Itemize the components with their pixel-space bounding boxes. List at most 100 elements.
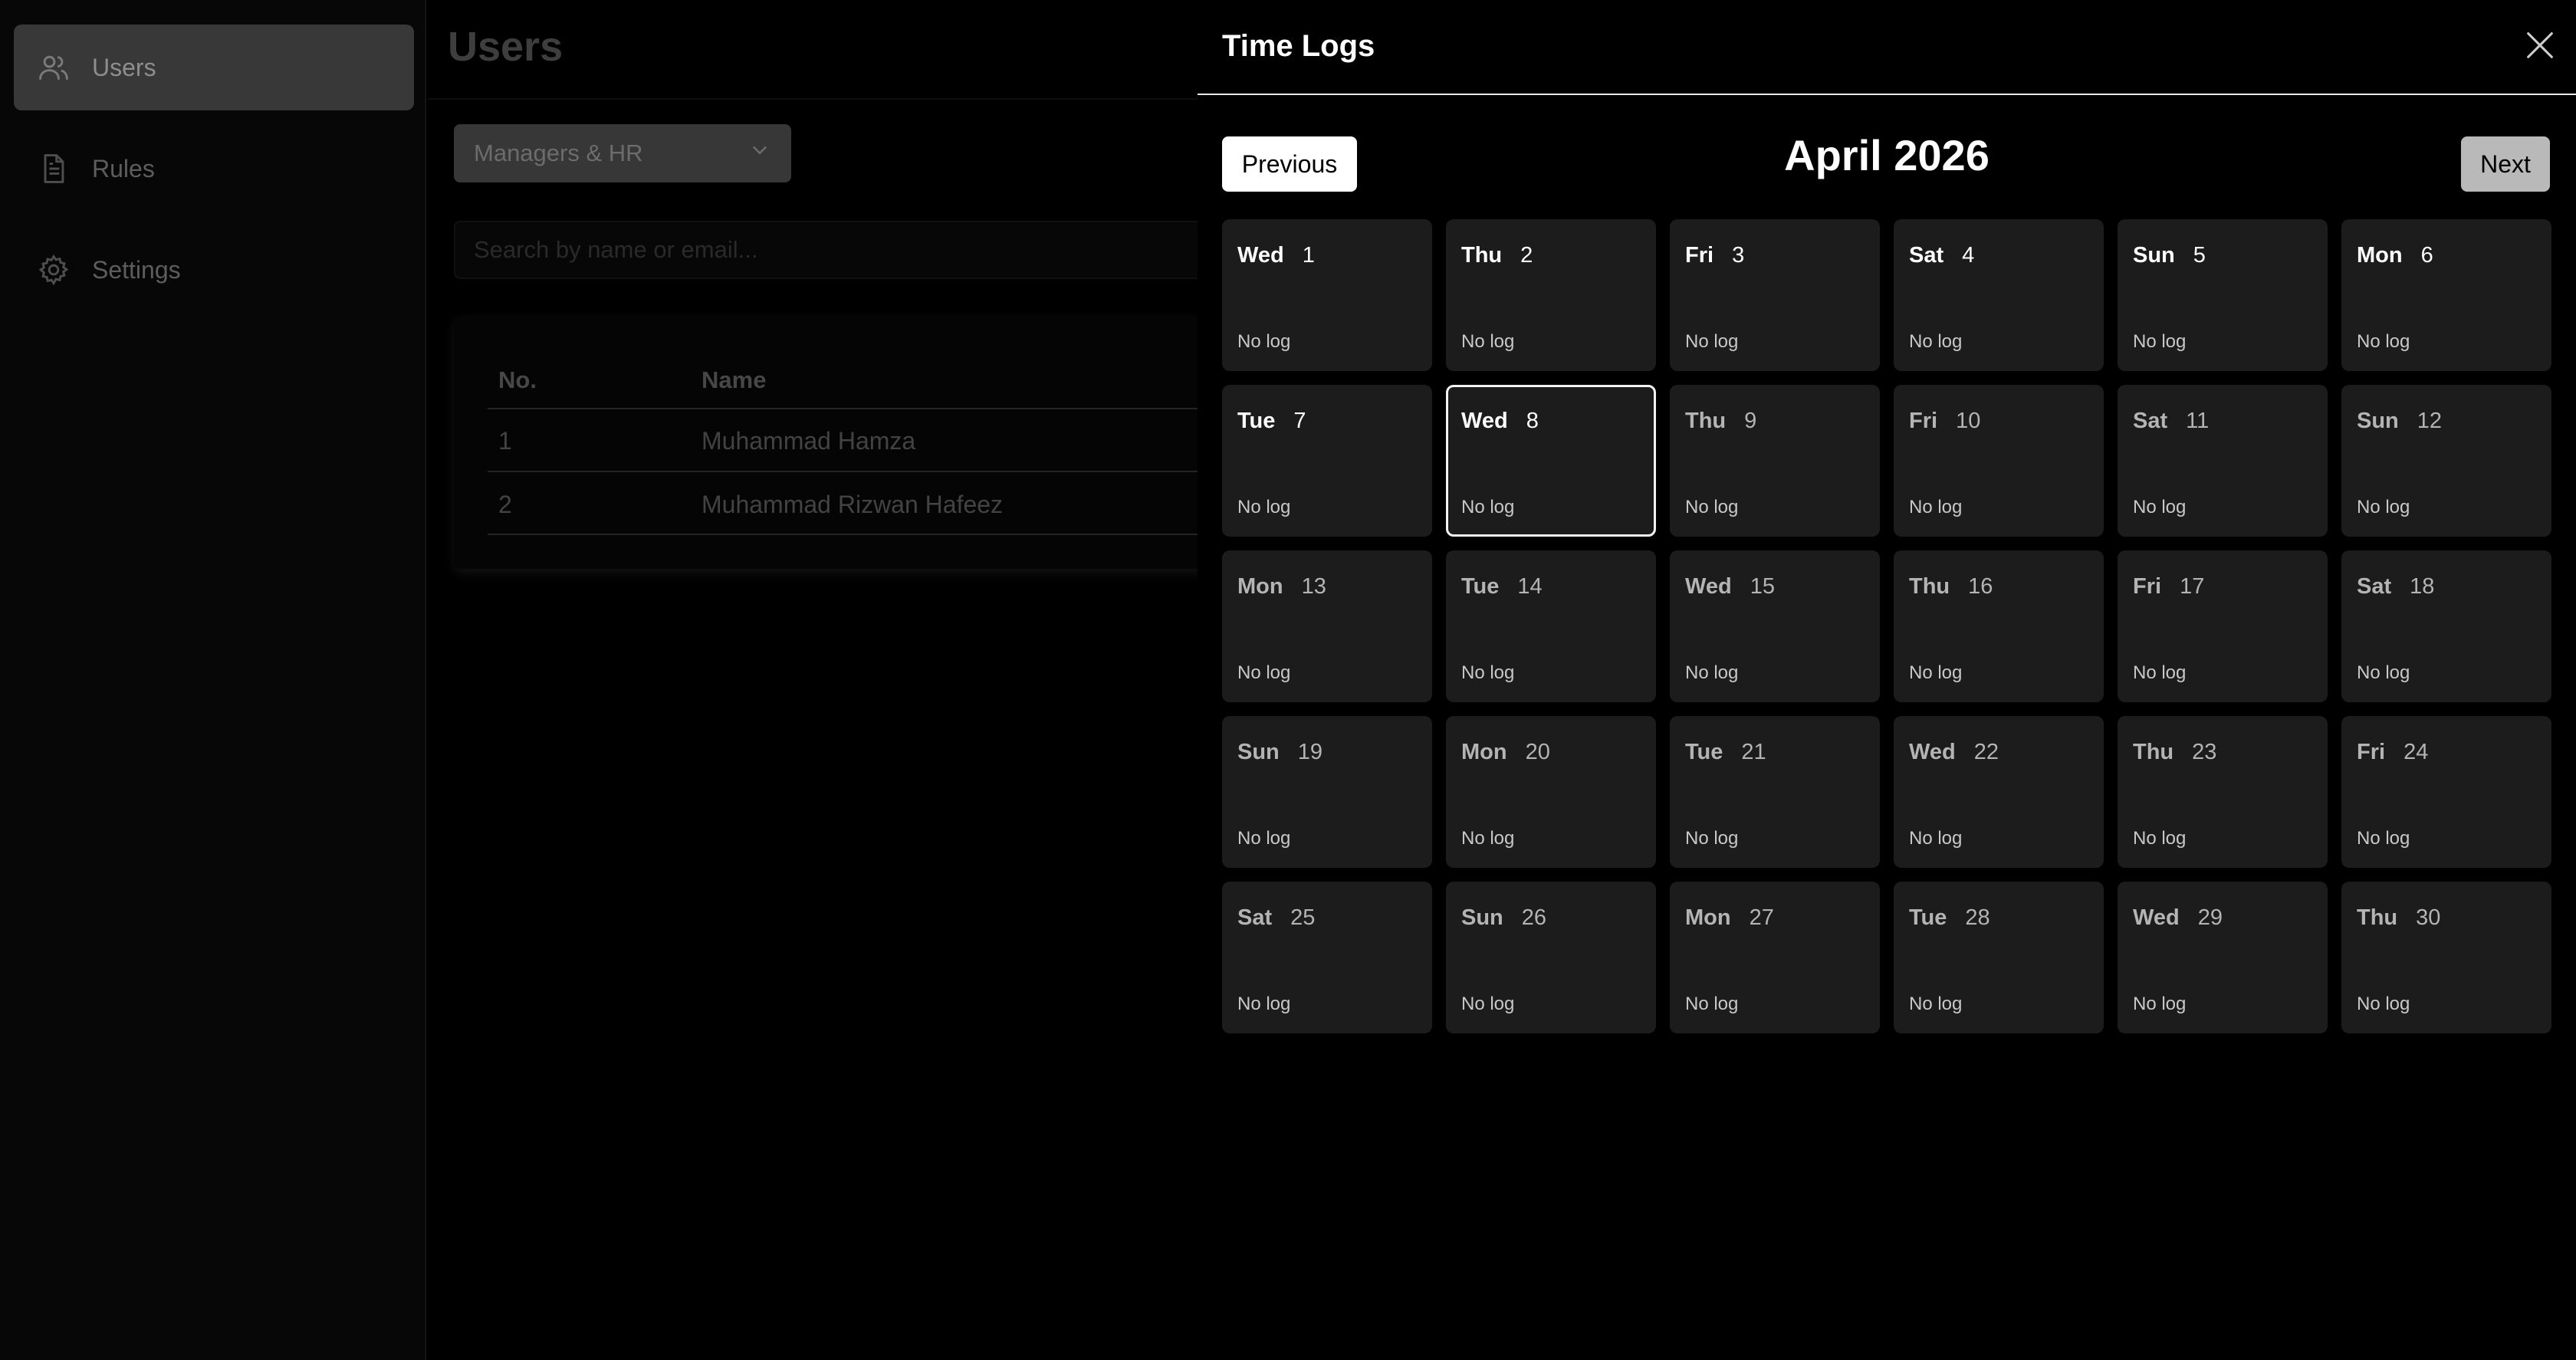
calendar-day-7[interactable]: Tue 7 No log xyxy=(1222,385,1432,537)
day-of-week: Sun xyxy=(1237,740,1280,764)
calendar-day-14[interactable]: Tue 14 No log xyxy=(1446,550,1656,702)
sidebar-item-label: Rules xyxy=(92,154,155,182)
day-header: Sat 18 xyxy=(2357,574,2434,600)
sidebar-item-users[interactable]: Users xyxy=(14,25,414,110)
day-log-status: No log xyxy=(1685,994,1739,1014)
table-divider xyxy=(488,408,1201,409)
time-logs-drawer: Time Logs April 2026 Previous Next Wed 1 N… xyxy=(1198,0,2576,1360)
day-of-week: Wed xyxy=(1461,409,1508,433)
calendar-day-24[interactable]: Fri 24 No log xyxy=(2341,716,2551,868)
day-number: 24 xyxy=(2404,740,2429,764)
day-number: 12 xyxy=(2417,409,2443,433)
day-header: Wed 1 xyxy=(1237,243,1315,268)
users-icon xyxy=(37,51,71,84)
calendar-day-8[interactable]: Wed 8 No log xyxy=(1446,385,1656,537)
day-log-status: No log xyxy=(1685,497,1739,517)
sidebar-item-rules[interactable]: Rules xyxy=(14,126,414,212)
calendar-day-30[interactable]: Thu 30 No log xyxy=(2341,882,2551,1033)
day-header: Thu 9 xyxy=(1685,409,1756,434)
day-log-status: No log xyxy=(2133,497,2187,517)
role-filter-select[interactable]: Managers & HR xyxy=(454,124,791,182)
day-of-week: Tue xyxy=(1909,905,1947,930)
day-number: 3 xyxy=(1732,243,1745,268)
calendar-day-17[interactable]: Fri 17 No log xyxy=(2118,550,2328,702)
day-header: Thu 23 xyxy=(2133,740,2216,765)
day-of-week: Wed xyxy=(2133,905,2180,930)
calendar-day-28[interactable]: Tue 28 No log xyxy=(1894,882,2104,1033)
day-number: 16 xyxy=(1968,574,1993,599)
calendar-day-22[interactable]: Wed 22 No log xyxy=(1894,716,2104,868)
calendar-day-3[interactable]: Fri 3 No log xyxy=(1670,219,1880,371)
previous-month-button[interactable]: Previous xyxy=(1222,136,1357,192)
day-log-status: No log xyxy=(1237,994,1291,1014)
calendar-day-15[interactable]: Wed 15 No log xyxy=(1670,550,1880,702)
day-header: Mon 13 xyxy=(1237,574,1326,600)
sidebar-item-settings[interactable]: Settings xyxy=(14,227,414,313)
day-log-status: No log xyxy=(1909,331,1963,352)
day-number: 5 xyxy=(2193,243,2206,268)
month-title: April 2026 xyxy=(1784,131,1990,179)
table-cell-name[interactable]: Muhammad Hamza xyxy=(702,427,915,455)
day-number: 27 xyxy=(1749,905,1774,930)
calendar-day-20[interactable]: Mon 20 No log xyxy=(1446,716,1656,868)
day-header: Sat 25 xyxy=(1237,905,1315,931)
day-of-week: Sun xyxy=(2357,409,2399,433)
calendar-day-12[interactable]: Sun 12 No log xyxy=(2341,385,2551,537)
calendar-day-21[interactable]: Tue 21 No log xyxy=(1670,716,1880,868)
calendar-day-2[interactable]: Thu 2 No log xyxy=(1446,219,1656,371)
day-header: Wed 15 xyxy=(1685,574,1775,600)
calendar-day-27[interactable]: Mon 27 No log xyxy=(1670,882,1880,1033)
table-cell-name[interactable]: Muhammad Rizwan Hafeez xyxy=(702,491,1003,519)
calendar-day-19[interactable]: Sun 19 No log xyxy=(1222,716,1432,868)
day-header: Sun 5 xyxy=(2133,243,2206,268)
column-header-no: No. xyxy=(498,366,537,393)
day-of-week: Mon xyxy=(1461,740,1507,764)
calendar-day-25[interactable]: Sat 25 No log xyxy=(1222,882,1432,1033)
table-cell-no: 1 xyxy=(498,427,512,455)
day-log-status: No log xyxy=(1909,497,1963,517)
calendar-day-26[interactable]: Sun 26 No log xyxy=(1446,882,1656,1033)
calendar-day-18[interactable]: Sat 18 No log xyxy=(2341,550,2551,702)
day-of-week: Wed xyxy=(1685,574,1732,599)
day-log-status: No log xyxy=(1909,994,1963,1014)
day-header: Tue 7 xyxy=(1237,409,1306,434)
day-header: Sat 4 xyxy=(1909,243,1974,268)
day-log-status: No log xyxy=(2133,662,2187,683)
day-log-status: No log xyxy=(2133,828,2187,849)
day-header: Wed 22 xyxy=(1909,740,1999,765)
day-header: Tue 14 xyxy=(1461,574,1543,600)
day-log-status: No log xyxy=(1685,828,1739,849)
day-number: 6 xyxy=(2420,243,2433,268)
calendar-day-23[interactable]: Thu 23 No log xyxy=(2118,716,2328,868)
role-filter-value: Managers & HR xyxy=(474,140,643,166)
calendar-day-4[interactable]: Sat 4 No log xyxy=(1894,219,2104,371)
day-number: 1 xyxy=(1302,243,1315,268)
drawer-divider xyxy=(1198,94,2576,95)
day-log-status: No log xyxy=(1461,828,1515,849)
calendar-day-5[interactable]: Sun 5 No log xyxy=(2118,219,2328,371)
calendar-day-13[interactable]: Mon 13 No log xyxy=(1222,550,1432,702)
next-month-button[interactable]: Next xyxy=(2461,136,2550,192)
calendar-day-1[interactable]: Wed 1 No log xyxy=(1222,219,1432,371)
day-of-week: Fri xyxy=(2357,740,2386,764)
table-divider xyxy=(488,471,1201,472)
day-of-week: Tue xyxy=(1461,574,1500,599)
calendar-day-9[interactable]: Thu 9 No log xyxy=(1670,385,1880,537)
day-number: 22 xyxy=(1973,740,1999,764)
calendar-day-6[interactable]: Mon 6 No log xyxy=(2341,219,2551,371)
search-input[interactable]: Search by name or email... xyxy=(454,221,1221,279)
calendar-day-29[interactable]: Wed 29 No log xyxy=(2118,882,2328,1033)
day-number: 23 xyxy=(2192,740,2217,764)
calendar-day-11[interactable]: Sat 11 No log xyxy=(2118,385,2328,537)
day-header: Thu 2 xyxy=(1461,243,1533,268)
day-of-week: Tue xyxy=(1685,740,1723,764)
day-of-week: Sat xyxy=(1237,905,1273,930)
calendar-day-10[interactable]: Fri 10 No log xyxy=(1894,385,2104,537)
gear-icon xyxy=(37,253,71,287)
day-of-week: Fri xyxy=(1685,243,1714,268)
day-of-week: Sat xyxy=(2357,574,2392,599)
calendar-day-16[interactable]: Thu 16 No log xyxy=(1894,550,2104,702)
document-icon xyxy=(37,152,71,186)
day-of-week: Thu xyxy=(2133,740,2174,764)
close-button[interactable] xyxy=(2522,28,2558,63)
